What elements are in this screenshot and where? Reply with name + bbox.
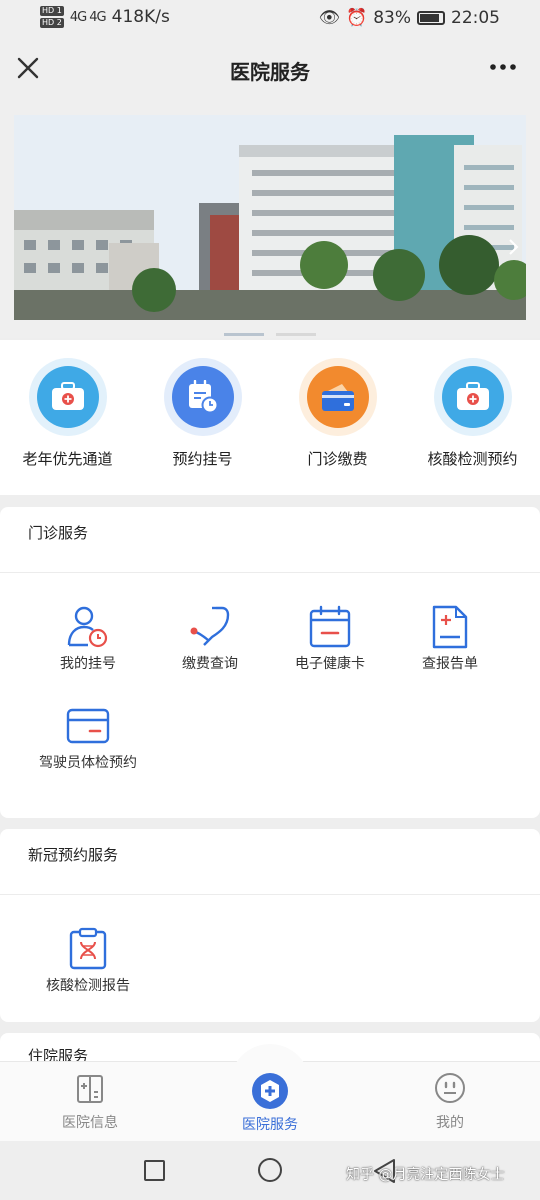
medical-kit-icon — [441, 366, 504, 428]
tab-mine[interactable]: 我的 — [390, 1072, 510, 1132]
quick-action-label: 核酸检测预约 — [427, 450, 518, 468]
service-label: 驾驶员体检预约 — [39, 755, 137, 771]
service-label: 查报告单 — [422, 656, 478, 672]
quick-action-elderly-priority[interactable]: 老年优先通道 — [0, 358, 135, 469]
hospital-building-icon — [77, 1075, 103, 1103]
tab-label: 我的 — [436, 1115, 464, 1131]
wallet-card-icon — [306, 366, 369, 428]
quick-action-label: 老年优先通道 — [22, 450, 113, 468]
quick-action-label: 预约挂号 — [172, 450, 233, 468]
quick-actions: 老年优先通道 预约挂号 门诊缴费 核酸检测预约 — [0, 340, 540, 495]
network-speed: 418K/s — [111, 7, 170, 27]
stethoscope-icon — [188, 605, 232, 649]
signal-icon: 4G 4G — [69, 9, 107, 25]
section-title: 门诊服务 — [0, 507, 540, 573]
recent-apps-button[interactable] — [144, 1160, 165, 1181]
section-title: 新冠预约服务 — [0, 829, 540, 895]
medical-kit-icon — [36, 366, 99, 428]
hd2-badge: HD 2 — [40, 18, 64, 28]
service-label: 电子健康卡 — [295, 656, 365, 672]
status-left: HD 1 HD 2 4G 4G 418K/s — [40, 6, 170, 28]
pagination-dot-active[interactable] — [224, 333, 264, 336]
title-bar: 医院服务 — [0, 38, 540, 102]
bottom-tab-bar: 医院信息 医院服务 我的 — [0, 1044, 540, 1141]
service-nucleic-acid-report[interactable]: 核酸检测报告 — [28, 927, 148, 996]
service-health-card[interactable]: 电子健康卡 — [270, 605, 390, 674]
system-navigation-bar: 知乎 @月亮注定西陈女士 — [0, 1141, 540, 1200]
banner-area — [0, 102, 540, 338]
status-right: 👁 ⏰ 83% 22:05 — [318, 8, 500, 28]
eye-icon: 👁 — [318, 8, 341, 28]
dna-clipboard-icon — [66, 927, 110, 971]
banner-pagination — [224, 333, 316, 336]
quick-action-outpatient-payment[interactable]: 门诊缴费 — [270, 358, 405, 469]
battery-icon — [417, 11, 445, 25]
face-icon — [435, 1073, 465, 1103]
hospital-banner-image[interactable] — [14, 115, 526, 320]
clock: 22:05 — [451, 8, 500, 28]
service-payment-query[interactable]: 缴费查询 — [150, 605, 270, 674]
home-button[interactable] — [258, 1158, 282, 1182]
quick-action-appointment[interactable]: 预约挂号 — [135, 358, 270, 469]
report-doc-icon — [428, 605, 472, 649]
tab-hospital-info[interactable]: 医院信息 — [30, 1072, 150, 1132]
status-bar: HD 1 HD 2 4G 4G 418K/s 👁 ⏰ 83% 22:05 — [0, 0, 540, 38]
outpatient-services-card: 门诊服务 我的挂号 缴费查询 电子健康卡 查报告单 驾驶员体检预约 — [0, 507, 540, 818]
hd-indicators: HD 1 HD 2 — [40, 6, 64, 28]
service-label: 缴费查询 — [182, 656, 238, 672]
tab-label: 医院信息 — [62, 1115, 118, 1131]
service-label: 核酸检测报告 — [46, 978, 130, 994]
calendar-minus-icon — [308, 605, 352, 649]
page-title: 医院服务 — [230, 60, 310, 84]
hd1-badge: HD 1 — [40, 6, 64, 16]
service-my-registration[interactable]: 我的挂号 — [28, 605, 148, 674]
card-icon — [66, 704, 110, 748]
covid-services-card: 新冠预约服务 核酸检测报告 — [0, 829, 540, 1022]
pagination-dot[interactable] — [276, 333, 316, 336]
more-icon[interactable] — [488, 52, 518, 88]
watermark: 知乎 @月亮注定西陈女士 — [346, 1167, 505, 1183]
tab-label: 医院服务 — [242, 1117, 298, 1133]
quick-action-nucleic-acid-booking[interactable]: 核酸检测预约 — [405, 358, 540, 469]
battery-percent: 83% — [373, 8, 411, 28]
quick-action-label: 门诊缴费 — [307, 450, 368, 468]
user-clock-icon — [66, 605, 110, 649]
medical-cross-icon — [252, 1073, 288, 1109]
service-check-report[interactable]: 查报告单 — [390, 605, 510, 674]
calendar-clock-icon — [171, 366, 234, 428]
service-label: 我的挂号 — [60, 656, 116, 672]
tab-hospital-services[interactable]: 医院服务 — [210, 1072, 330, 1134]
alarm-icon: ⏰ — [346, 8, 368, 28]
service-driver-physical-exam[interactable]: 驾驶员体检预约 — [28, 704, 148, 773]
